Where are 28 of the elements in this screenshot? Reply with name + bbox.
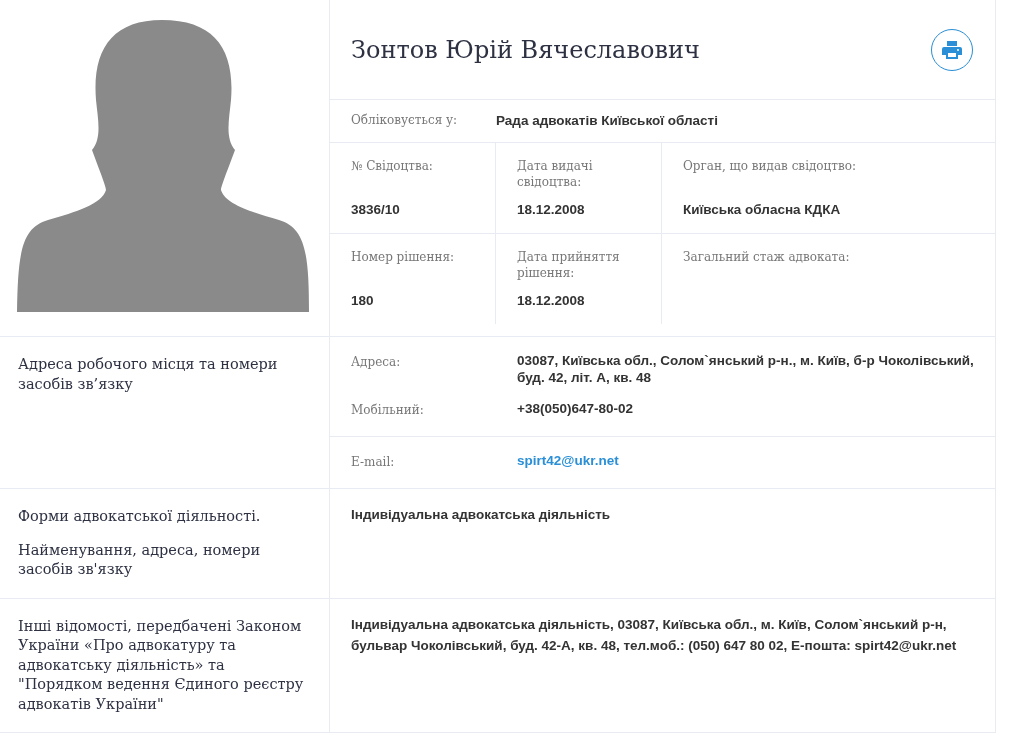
field-label: Обліковується у: — [351, 113, 459, 129]
field-value: 3836/10 — [351, 202, 401, 219]
email-link[interactable]: spirt42@ukr.net — [517, 453, 975, 469]
field-label: E-mail: — [351, 454, 396, 471]
field-value: 18.12.2008 — [517, 293, 586, 310]
field-label: Адреса: — [351, 354, 402, 371]
field-label: Мобільний: — [351, 401, 425, 419]
print-button[interactable] — [931, 28, 973, 71]
field-value: Рада адвокатів Київської області — [496, 112, 719, 130]
field-value: 18.12.2008 — [517, 202, 586, 219]
field-value: 180 — [351, 293, 375, 310]
field-label: Загальний стаж адвоката: — [683, 250, 851, 266]
field-label: Орган, що видав свідоцтво: — [683, 159, 857, 175]
field-value: +38(050)647-80-02 — [517, 400, 634, 418]
field-label: Дата видачі свідоцтва: — [517, 159, 594, 191]
section-title: Найменування, адреса, номери засобів зв'язку — [18, 540, 262, 580]
printer-icon — [942, 40, 962, 59]
field-value: 03087, Київська обл., Солом`янський р-н., м. Київ, б-р Чоколівський, буд. 42, літ. А, кв. 48 — [517, 353, 975, 387]
field-label: Номер рішення: — [351, 250, 455, 266]
section-title: Форми адвокатської діяльності. — [18, 506, 262, 526]
field-value: Київська обласна КДКА — [683, 202, 842, 219]
lawyer-name: Зонтов Юрій Вячеславович — [351, 35, 700, 64]
section-text: Індивідуальна адвокатська діяльність, 03087, Київська обл., м. Київ, Солом`янський р-н, бульвар Чоколівський, буд. 42-А, кв. 48, тел.моб.: (050) 647 80 02, E-пошта: spirt42@ukr.net — [350, 615, 958, 655]
section-title: Інші відомості, передбачені Законом України «Про адвокатуру та адвокатську діяльність» та "Порядком ведення Єдиного реєстру адвокатів України" — [18, 616, 305, 714]
field-label: Дата прийняття рішення: — [517, 250, 621, 282]
section-title: Адреса робочого місця та номери засобів зв’язку — [18, 355, 279, 394]
field-label: № Свідоцтва: — [351, 159, 434, 175]
section-text: Індивідуальна адвокатська діяльність — [350, 505, 612, 524]
